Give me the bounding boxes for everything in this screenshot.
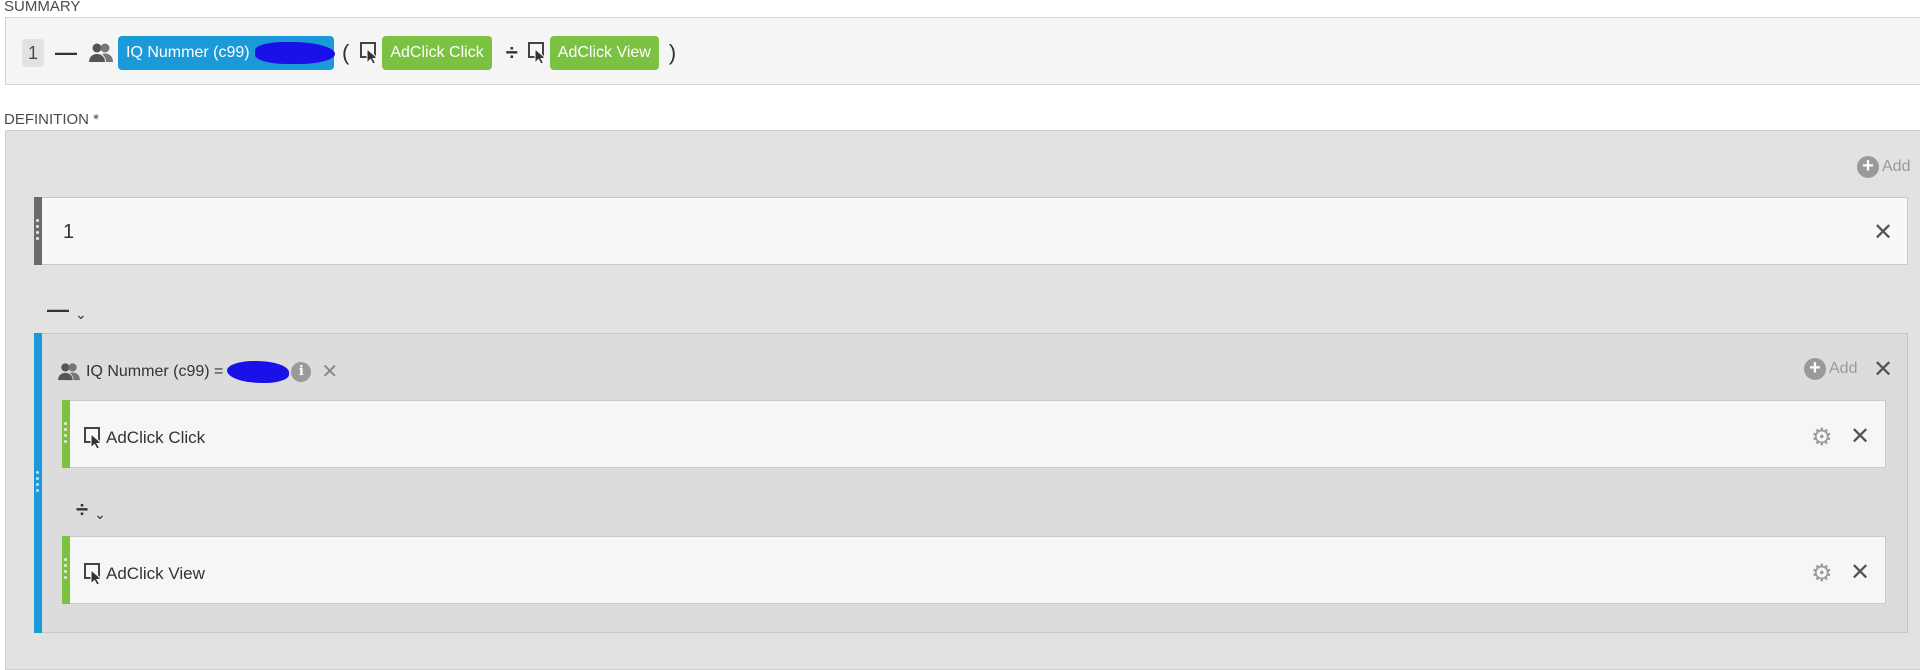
constant-row[interactable] — [34, 197, 1908, 265]
definition-add-label: Add — [1882, 158, 1911, 175]
drag-handle[interactable] — [34, 197, 42, 265]
cursor-metric-icon — [360, 42, 380, 64]
close-icon[interactable]: ✕ — [1873, 358, 1893, 382]
metric-chip-adclick-click[interactable]: AdClick Click — [382, 36, 492, 70]
dimension-chip[interactable]: IQ Nummer (c99) = — [118, 36, 336, 70]
operator-select-minus[interactable]: — ⌄ — [47, 297, 87, 323]
metric-chip-adclick-view[interactable]: AdClick View — [549, 36, 659, 70]
metric-label: AdClick View — [106, 564, 205, 583]
group-header: IQ Nummer (c99) = i ✕ — [57, 360, 338, 384]
operator-divide-label: ÷ — [76, 497, 89, 522]
metric-row-adclick-click[interactable] — [62, 400, 1886, 468]
chevron-down-icon: ⌄ — [75, 306, 87, 322]
open-paren: ( — [342, 40, 350, 65]
gear-icon[interactable]: ⚙ — [1811, 423, 1833, 452]
drag-handle[interactable] — [62, 536, 70, 604]
close-icon[interactable]: ✕ — [1850, 561, 1870, 585]
summary-minus-operator: — — [55, 40, 78, 65]
cursor-metric-icon — [527, 42, 548, 64]
drag-handle[interactable] — [34, 333, 42, 633]
segment-people-icon — [57, 362, 81, 382]
cursor-metric-icon — [84, 563, 104, 590]
add-circle-icon: + — [1857, 156, 1879, 178]
redacted-value — [255, 42, 336, 64]
close-paren: ) — [668, 40, 677, 65]
cursor-metric-icon — [84, 427, 104, 454]
summary-formula: 1 — IQ Nummer (c99) = ( AdClick Click ÷ … — [22, 36, 681, 70]
constant-value[interactable]: 1 — [63, 221, 74, 244]
chevron-down-icon: ⌄ — [94, 506, 106, 522]
gear-icon[interactable]: ⚙ — [1811, 559, 1833, 588]
group-title: IQ Nummer (c99) = — [86, 363, 224, 380]
group-add-label: Add — [1829, 360, 1858, 377]
summary-divide-operator: ÷ — [505, 40, 518, 65]
definition-label: DEFINITION * — [4, 111, 100, 128]
metric-label: AdClick Click — [106, 428, 206, 447]
dimension-chip-label: IQ Nummer (c99) = — [126, 44, 264, 61]
metric-row-adclick-view[interactable] — [62, 536, 1886, 604]
close-icon[interactable]: ✕ — [1850, 425, 1870, 449]
summary-label: SUMMARY — [4, 0, 81, 15]
summary-number-chip: 1 — [22, 39, 45, 67]
drag-handle[interactable] — [62, 400, 70, 468]
definition-add-button[interactable]: + Add — [1857, 156, 1910, 178]
group-add-button[interactable]: + Add — [1804, 358, 1857, 380]
redacted-value — [227, 361, 290, 383]
operator-select-divide[interactable]: ÷ ⌄ — [76, 497, 106, 523]
operator-minus-label: — — [47, 297, 69, 322]
close-icon[interactable]: ✕ — [1873, 221, 1893, 245]
remove-segment-icon[interactable]: ✕ — [321, 360, 338, 384]
segment-people-icon — [88, 42, 114, 64]
info-icon[interactable]: i — [291, 362, 312, 382]
add-circle-icon: + — [1804, 358, 1826, 380]
